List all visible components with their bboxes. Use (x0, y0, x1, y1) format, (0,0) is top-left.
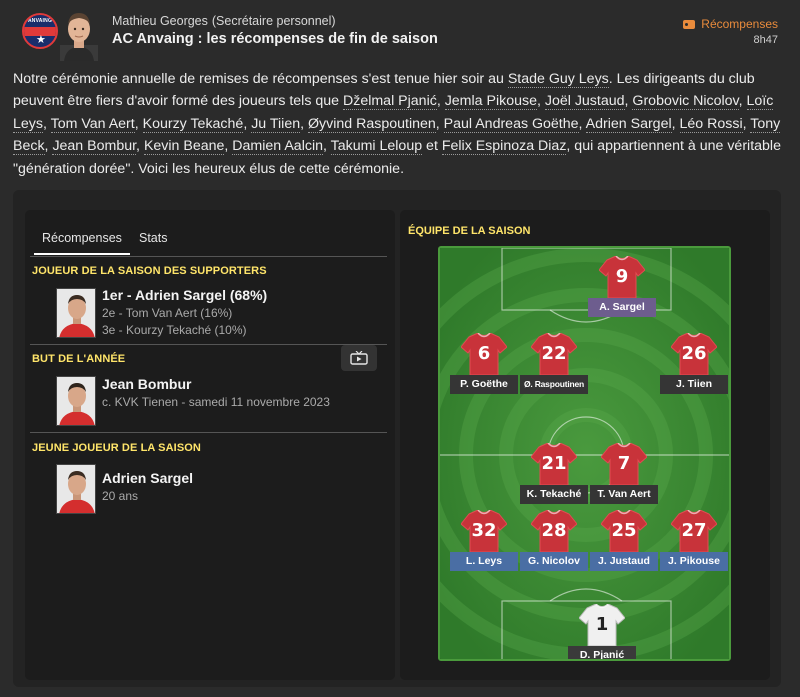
pitch: 9 A. Sargel 6 P. Goëthe 22 Ø. Raspoutinen 26 J.… (438, 246, 731, 661)
awards-panel: Récompenses Stats JOUEUR DE LA SAISON DE… (25, 210, 395, 680)
award-runner-up[interactable]: 3e - Kourzy Tekaché (10%) (102, 323, 247, 337)
award-title: JEUNE JOUEUR DE LA SAISON (32, 442, 201, 454)
player-photo[interactable] (56, 288, 96, 338)
player-21[interactable]: 21 K. Tekaché (514, 443, 594, 513)
club-badge-icon[interactable]: ANVAING ★ (22, 13, 58, 49)
player-6[interactable]: 6 P. Goëthe (444, 333, 524, 403)
player-name-label[interactable]: G. Nicolov (520, 552, 588, 571)
shirt-number: 28 (541, 520, 567, 541)
tab-bar: Récompenses Stats (25, 210, 395, 260)
player-link[interactable]: Jemla Pikouse (444, 93, 537, 111)
message-title: AC Anvaing : les récompenses de fin de s… (112, 31, 438, 47)
shirt-number: 32 (471, 520, 497, 541)
shirt-number: 6 (477, 343, 491, 364)
award-runner-up[interactable]: 2e - Tom Van Aert (16%) (102, 306, 232, 320)
award-detail[interactable]: c. KVK Tienen - samedi 11 novembre 2023 (102, 395, 330, 409)
shirt-number: 26 (681, 343, 707, 364)
shirt-number: 27 (681, 520, 707, 541)
player-photo[interactable] (56, 464, 96, 514)
player-name-label[interactable]: K. Tekaché (520, 485, 588, 504)
player-link[interactable]: Kourzy Tekaché (142, 115, 244, 133)
player-link[interactable]: Joël Justaud (544, 93, 625, 111)
sender-role: (Secrétaire personnel) (211, 14, 336, 28)
watch-goal-button[interactable] (341, 345, 377, 371)
stadium-link[interactable]: Stade Guy Leys (507, 71, 609, 88)
team-of-season-panel: ÉQUIPE DE LA SAISON 9 A. Sargel 6 P. Goë… (400, 210, 770, 680)
category-label: Récompenses (701, 17, 778, 31)
section-divider (30, 344, 387, 345)
player-1[interactable]: 1 D. Pjanić (562, 604, 642, 659)
player-name-label[interactable]: J. Justaud (590, 552, 658, 571)
player-27[interactable]: 27 J. Pikouse (654, 510, 729, 580)
player-link[interactable]: Adrien Sargel (585, 115, 672, 133)
category-tag[interactable]: Récompenses (683, 17, 778, 31)
player-link[interactable]: Felix Espinoza Diaz (441, 138, 567, 156)
player-name-label[interactable]: P. Goëthe (450, 375, 518, 394)
player-photo[interactable] (56, 376, 96, 426)
player-link[interactable]: Grobovic Nicolov (632, 93, 739, 111)
player-name-label[interactable]: J. Tiien (660, 375, 728, 394)
player-link[interactable]: Paul Andreas Goëthe (443, 115, 579, 133)
tv-icon (350, 351, 368, 365)
player-link[interactable]: Jean Bombur (52, 138, 137, 156)
award-detail: 20 ans (102, 489, 139, 503)
award-winner[interactable]: 1er - Adrien Sargel (68%) (102, 287, 267, 303)
player-32[interactable]: 32 L. Leys (444, 510, 524, 580)
sender-avatar[interactable] (60, 7, 98, 61)
team-title: ÉQUIPE DE LA SAISON (408, 225, 531, 237)
player-link[interactable]: Ju Tiien (251, 115, 301, 133)
tab-stats[interactable]: Stats (139, 231, 168, 245)
message-header: ANVAING ★ Mathieu Georges (Secrétaire per… (0, 0, 800, 62)
player-22[interactable]: 22 Ø. Raspoutinen (514, 333, 594, 403)
player-link[interactable]: Léo Rossi (679, 115, 743, 133)
player-25[interactable]: 25 J. Justaud (584, 510, 664, 580)
award-winner[interactable]: Adrien Sargel (102, 470, 193, 486)
shirt-number: 25 (611, 520, 637, 541)
sender-line: Mathieu Georges (Secrétaire personnel) (112, 14, 336, 28)
badge-text: ANVAING (27, 18, 53, 24)
player-name-label[interactable]: L. Leys (450, 552, 518, 571)
tab-recompenses[interactable]: Récompenses (34, 231, 130, 255)
shirt-number: 1 (595, 614, 609, 635)
player-name-label[interactable]: A. Sargel (588, 298, 656, 317)
sender-name[interactable]: Mathieu Georges (112, 14, 208, 28)
award-title: JOUEUR DE LA SAISON DES SUPPORTERS (32, 265, 267, 277)
player-link[interactable]: Dželmal Pjanić (342, 93, 437, 111)
player-28[interactable]: 28 G. Nicolov (514, 510, 594, 580)
body-intro: Notre cérémonie annuelle de remises de r… (13, 71, 508, 87)
section-divider (30, 432, 387, 433)
message-body: Notre cérémonie annuelle de remises de r… (13, 71, 781, 177)
shirt-number: 9 (615, 266, 629, 287)
message-time: 8h47 (753, 34, 778, 46)
player-name-label[interactable]: Ø. Raspoutinen (520, 375, 588, 394)
player-name-label[interactable]: D. Pjanić (568, 646, 636, 659)
award-title: BUT DE L'ANNÉE (32, 353, 126, 365)
player-link[interactable]: Takumi Leloup (330, 138, 423, 156)
shirt-number: 21 (541, 453, 567, 474)
tab-divider (30, 256, 387, 257)
player-26[interactable]: 26 J. Tiien (654, 333, 729, 403)
player-7[interactable]: 7 T. Van Aert (584, 443, 664, 513)
player-9[interactable]: 9 A. Sargel (582, 256, 662, 326)
player-link[interactable]: Damien Aalcin (232, 138, 323, 156)
player-name-label[interactable]: T. Van Aert (590, 485, 658, 504)
shirt-number: 7 (617, 453, 631, 474)
star-icon: ★ (36, 34, 46, 46)
player-link[interactable]: Tom Van Aert (50, 115, 135, 133)
shirt-number: 22 (541, 343, 567, 364)
award-winner[interactable]: Jean Bombur (102, 376, 191, 392)
player-name-label[interactable]: J. Pikouse (660, 552, 728, 571)
player-link[interactable]: Øyvind Raspoutinen (308, 115, 436, 133)
player-link[interactable]: Kevin Beane (143, 138, 225, 156)
tag-icon (683, 19, 696, 29)
